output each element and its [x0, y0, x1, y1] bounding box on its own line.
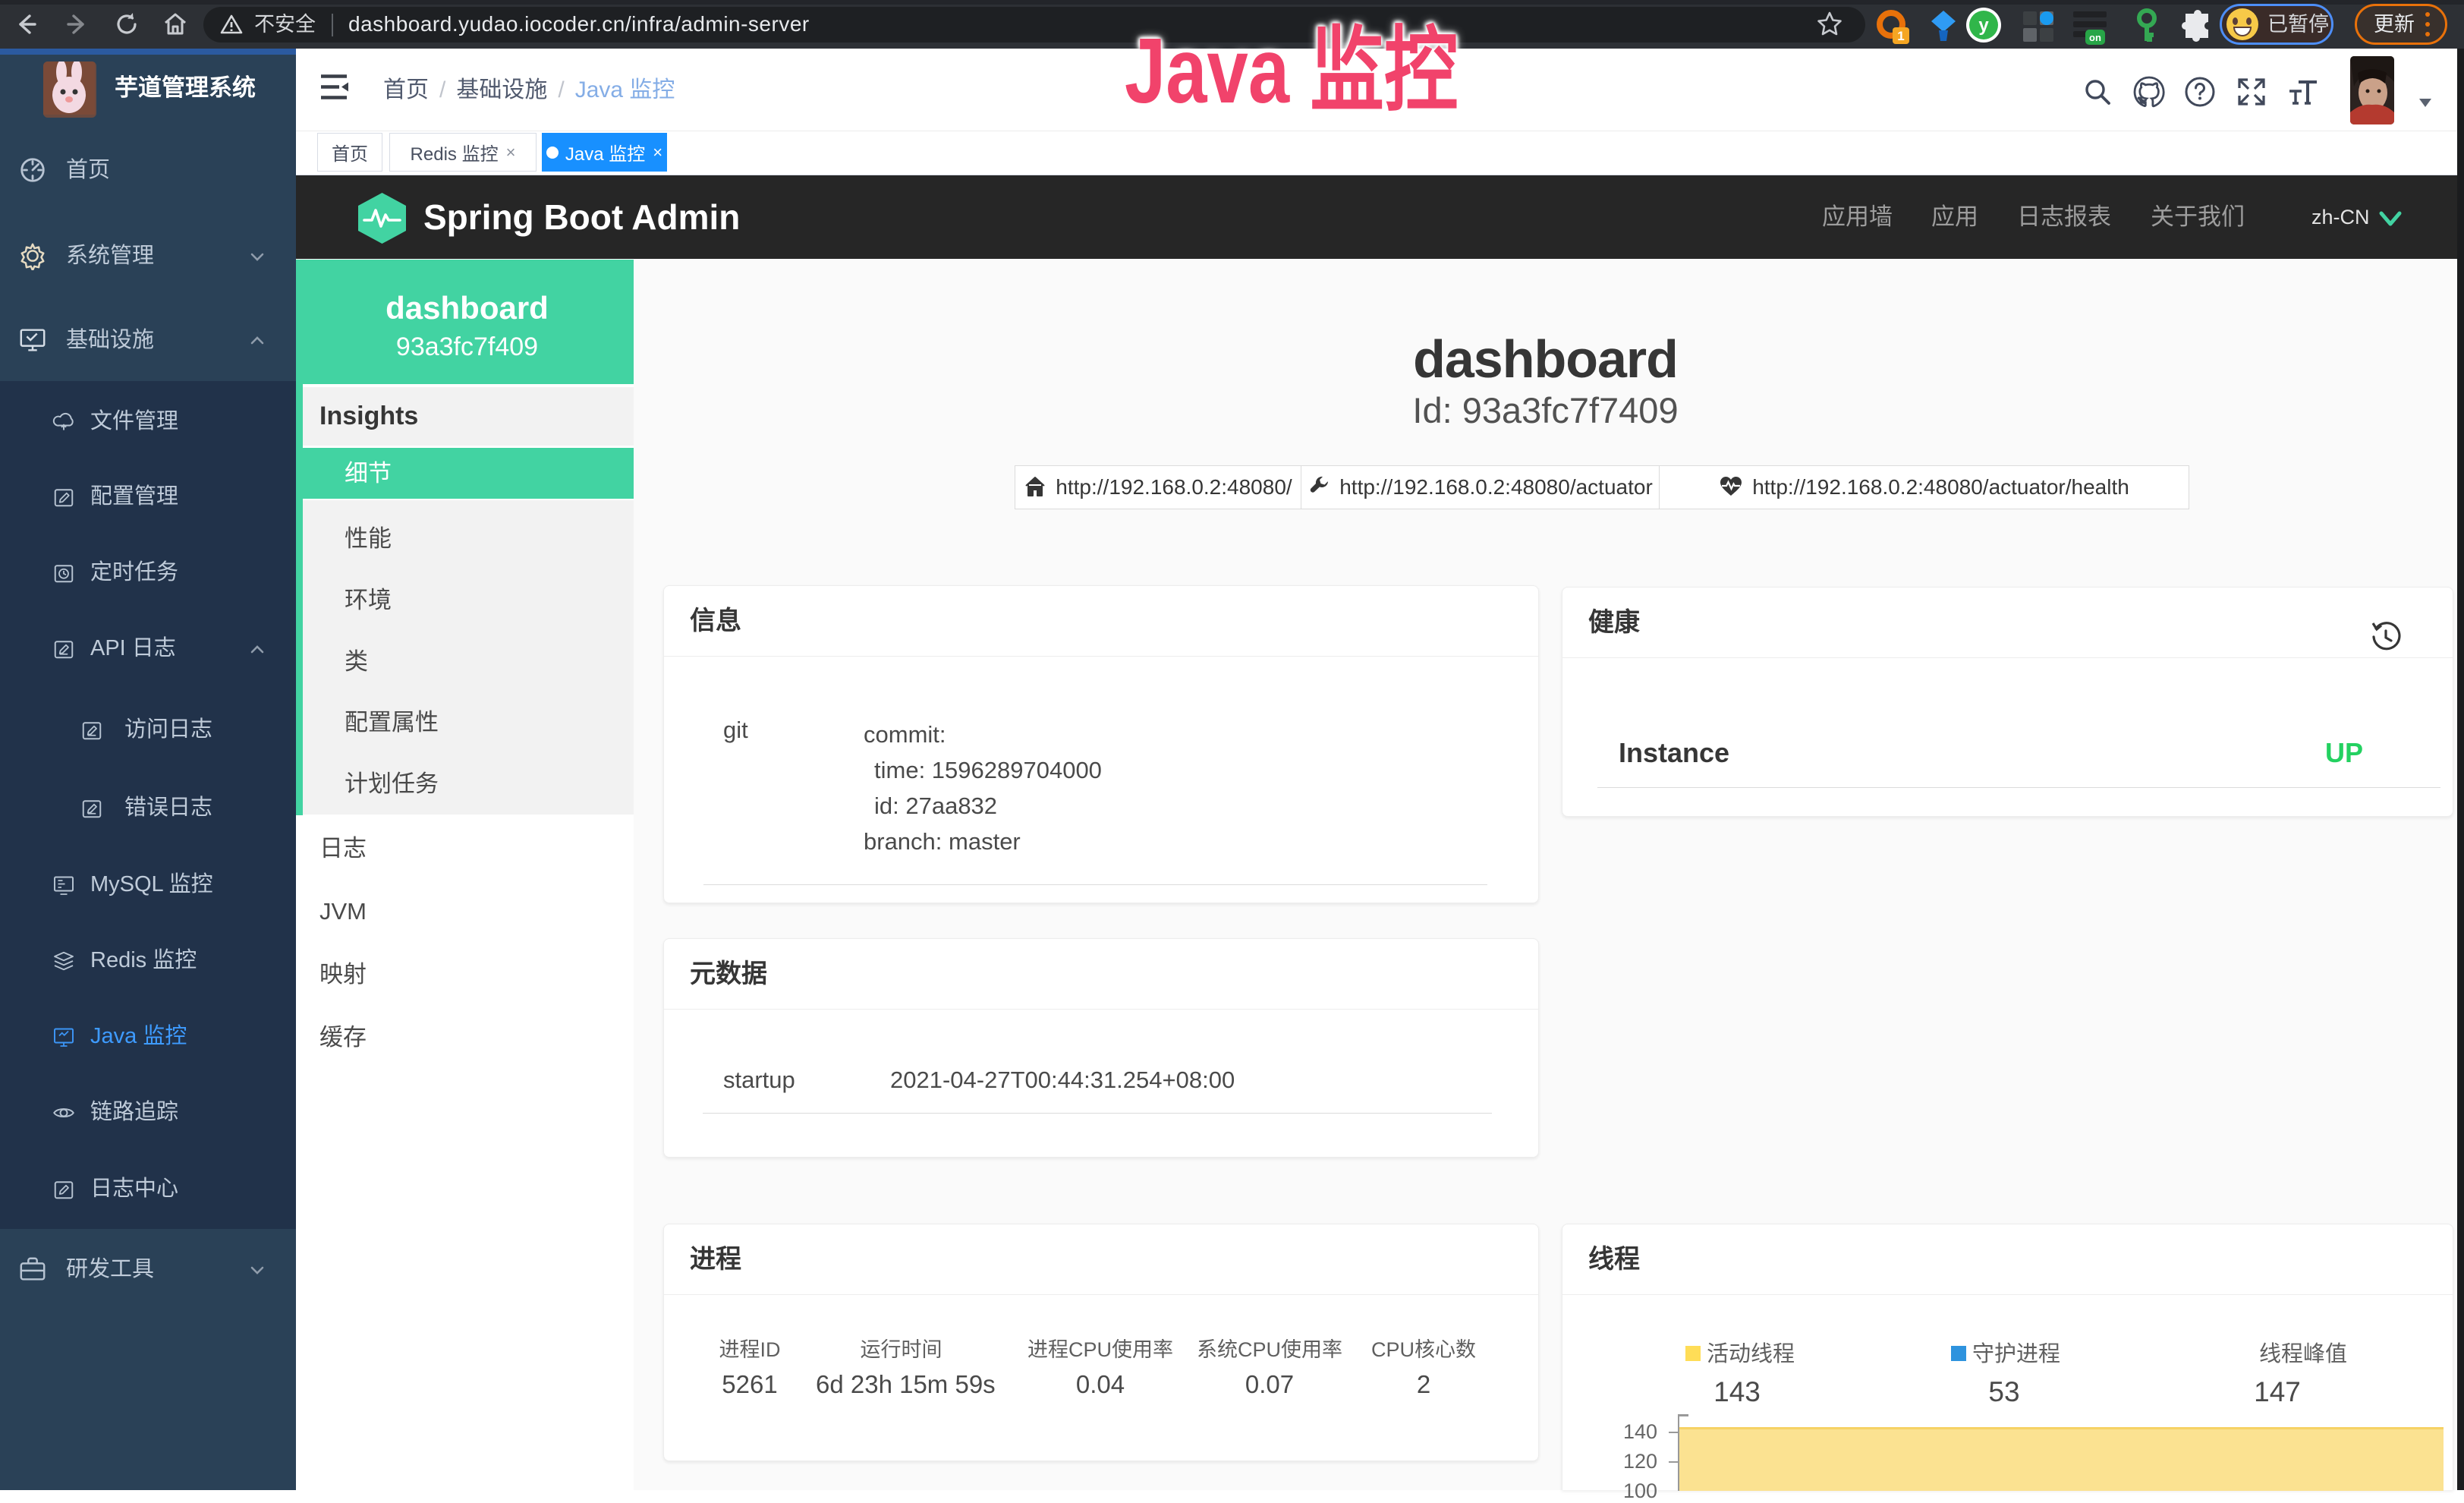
svg-text:on: on — [2089, 32, 2101, 43]
svg-text:1: 1 — [1897, 29, 1904, 43]
svg-text:y: y — [1978, 15, 1989, 36]
